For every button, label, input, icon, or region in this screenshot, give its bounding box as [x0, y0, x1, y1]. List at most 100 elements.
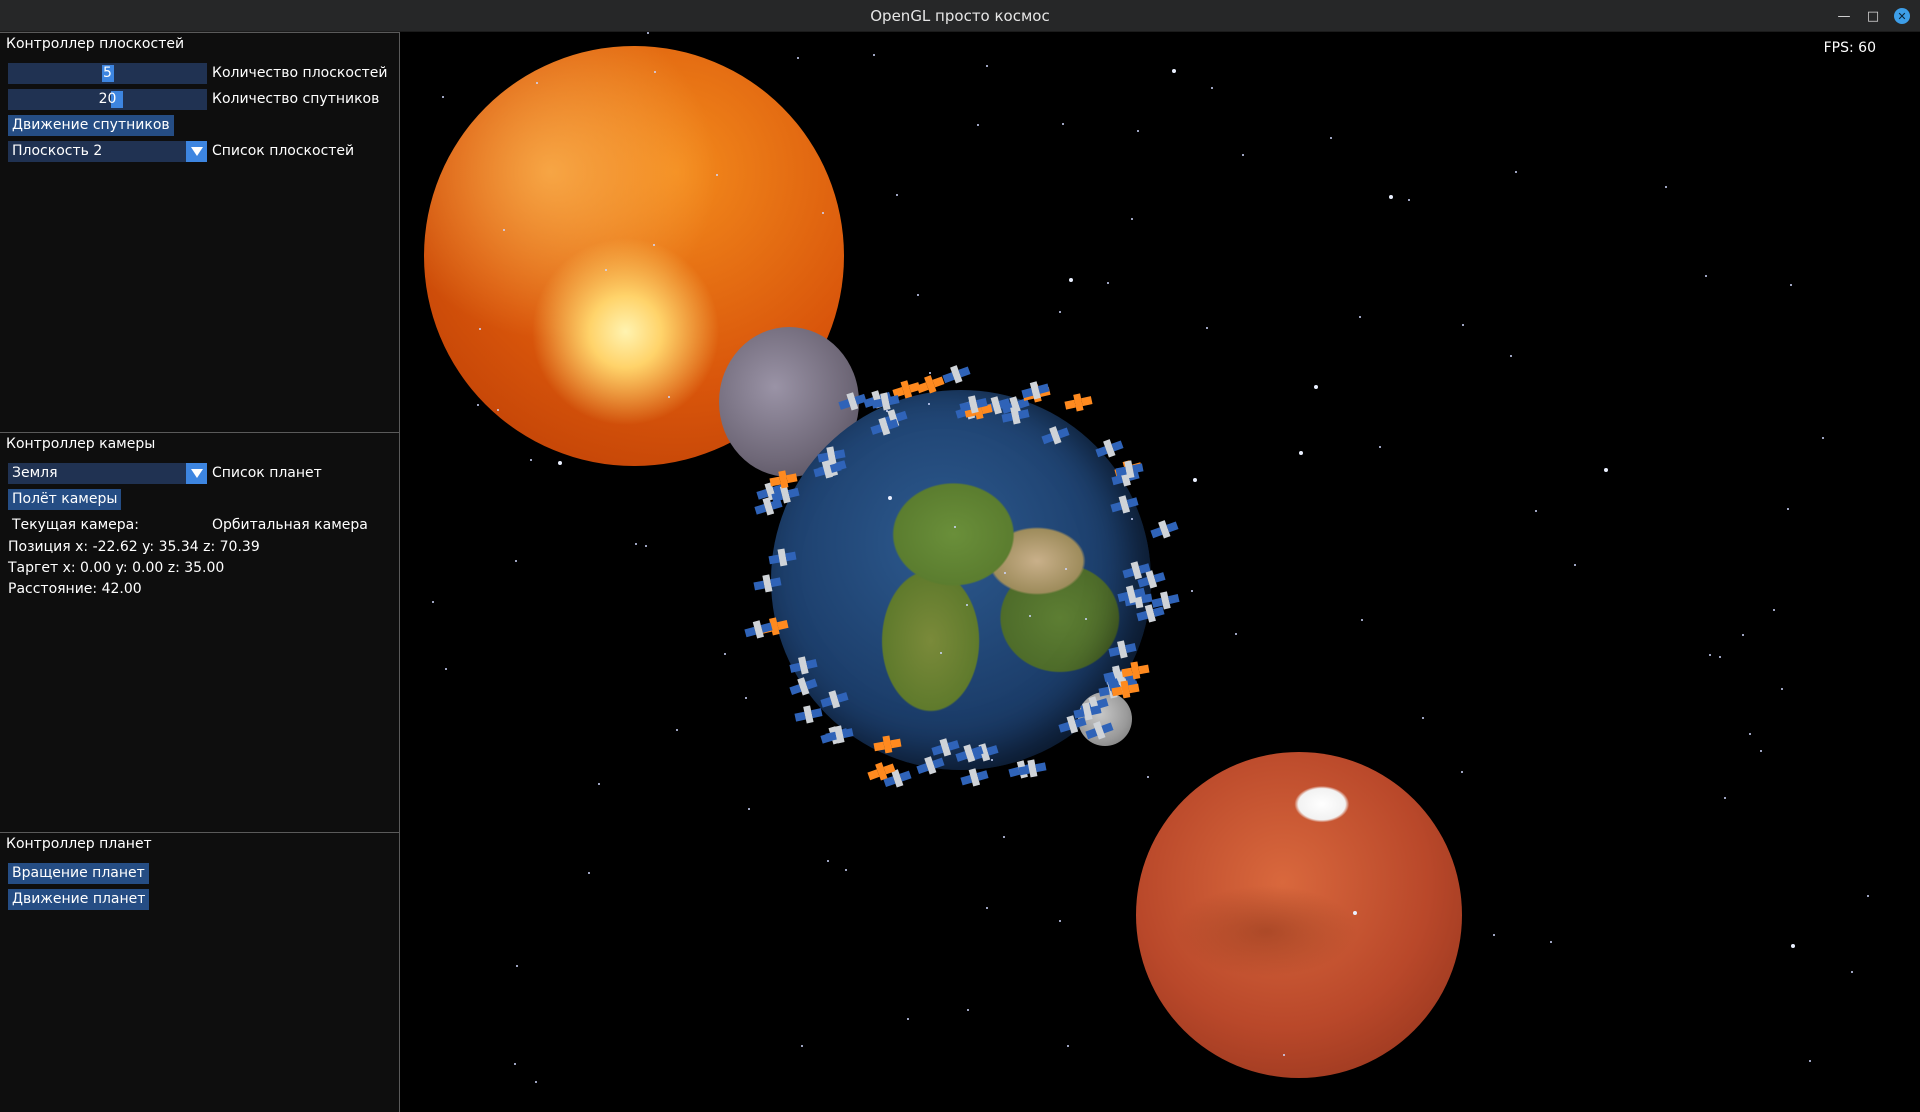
solar-panel — [1138, 664, 1150, 675]
star — [1147, 776, 1149, 778]
satellite-count-slider[interactable]: 20 — [8, 89, 207, 110]
star — [1353, 911, 1357, 915]
star — [888, 496, 892, 500]
solar-panel — [971, 745, 984, 757]
maximize-icon[interactable]: □ — [1865, 8, 1881, 24]
camera-controller-panel: Контроллер камеры Земля Список планет По… — [0, 432, 400, 832]
satellite-motion-button[interactable]: Движение спутников — [8, 115, 174, 136]
star — [530, 459, 532, 461]
camera-flight-button[interactable]: Полёт камеры — [8, 489, 122, 510]
star — [1809, 1060, 1811, 1062]
panel-header: Контроллер планет — [0, 833, 399, 855]
solar-panel — [975, 397, 988, 408]
star — [653, 244, 655, 246]
solar-panel — [947, 740, 960, 751]
star — [1604, 468, 1608, 472]
solar-panel — [932, 376, 945, 388]
star — [1067, 1045, 1069, 1047]
star — [1299, 451, 1303, 455]
star — [801, 1045, 803, 1047]
star — [986, 65, 988, 67]
space-scene-viewport[interactable]: FPS: 60 — [401, 32, 1920, 1112]
star — [1193, 478, 1197, 482]
solar-panel — [890, 738, 902, 749]
planet-select[interactable]: Земля — [8, 463, 207, 484]
star — [442, 96, 444, 98]
star — [535, 1081, 537, 1083]
chevron-down-icon[interactable] — [186, 141, 207, 162]
star — [1172, 69, 1176, 73]
star — [1535, 510, 1537, 512]
star — [954, 526, 956, 528]
solar-panel — [1081, 396, 1093, 407]
planet-list-label: Список планет — [212, 465, 322, 481]
star — [676, 729, 678, 731]
solar-panel — [899, 770, 912, 782]
star — [1029, 615, 1031, 617]
star — [967, 1009, 969, 1011]
solar-panel — [770, 577, 782, 588]
plane-select-value: Плоскость 2 — [12, 143, 103, 159]
chevron-down-icon[interactable] — [186, 463, 207, 484]
star — [1085, 618, 1087, 620]
solar-panel — [770, 499, 783, 510]
slider-value: 20 — [98, 91, 117, 107]
star — [748, 808, 750, 810]
solar-panel — [958, 366, 971, 378]
star — [1137, 130, 1139, 132]
solar-panel — [1128, 683, 1140, 694]
planet-motion-button[interactable]: Движение планет — [8, 889, 150, 910]
solar-panel — [1037, 383, 1050, 394]
star — [1719, 656, 1721, 658]
plane-count-slider[interactable]: 5 — [8, 63, 207, 84]
solar-panel — [805, 678, 818, 690]
star — [822, 212, 824, 214]
planet-rotation-button[interactable]: Вращение планет — [8, 863, 149, 884]
star — [716, 174, 718, 176]
solar-panel — [976, 770, 989, 781]
solar-panel — [836, 692, 849, 703]
star — [635, 543, 637, 545]
star — [1242, 154, 1244, 156]
star — [1283, 1054, 1285, 1056]
star — [940, 652, 942, 654]
star — [516, 965, 518, 967]
solar-panel — [895, 410, 908, 422]
satellite — [1064, 393, 1093, 412]
star — [797, 57, 799, 59]
panel-header: Контроллер плоскостей — [0, 33, 399, 55]
star — [745, 697, 747, 699]
solar-panel — [854, 393, 867, 405]
close-icon[interactable]: ✕ — [1894, 8, 1910, 24]
star — [845, 869, 847, 871]
star — [1206, 327, 1208, 329]
satellite — [794, 705, 823, 724]
solar-panel — [986, 745, 999, 756]
star — [1867, 895, 1869, 897]
star — [986, 907, 988, 909]
star — [515, 560, 517, 562]
minimize-icon[interactable]: — — [1836, 8, 1852, 24]
star — [917, 294, 919, 296]
planet-select-value: Земля — [12, 465, 58, 481]
satellite — [942, 365, 971, 385]
plane-select[interactable]: Плоскость 2 — [8, 141, 207, 162]
star — [1515, 171, 1517, 173]
star — [1191, 590, 1193, 592]
star — [1131, 218, 1133, 220]
star — [1790, 284, 1792, 286]
star — [1059, 920, 1061, 922]
star — [1773, 609, 1775, 611]
solar-panel — [883, 763, 896, 775]
star — [1330, 137, 1332, 139]
solar-panel — [1124, 642, 1137, 653]
star — [1510, 355, 1512, 357]
star — [1314, 385, 1318, 389]
satellite — [1095, 439, 1124, 459]
solar-panel — [776, 619, 789, 630]
window-titlebar: OpenGL просто космос — □ ✕ — [0, 0, 1920, 32]
star — [645, 545, 647, 547]
solar-panel — [1101, 722, 1114, 734]
star — [647, 32, 649, 34]
star — [1749, 733, 1751, 735]
